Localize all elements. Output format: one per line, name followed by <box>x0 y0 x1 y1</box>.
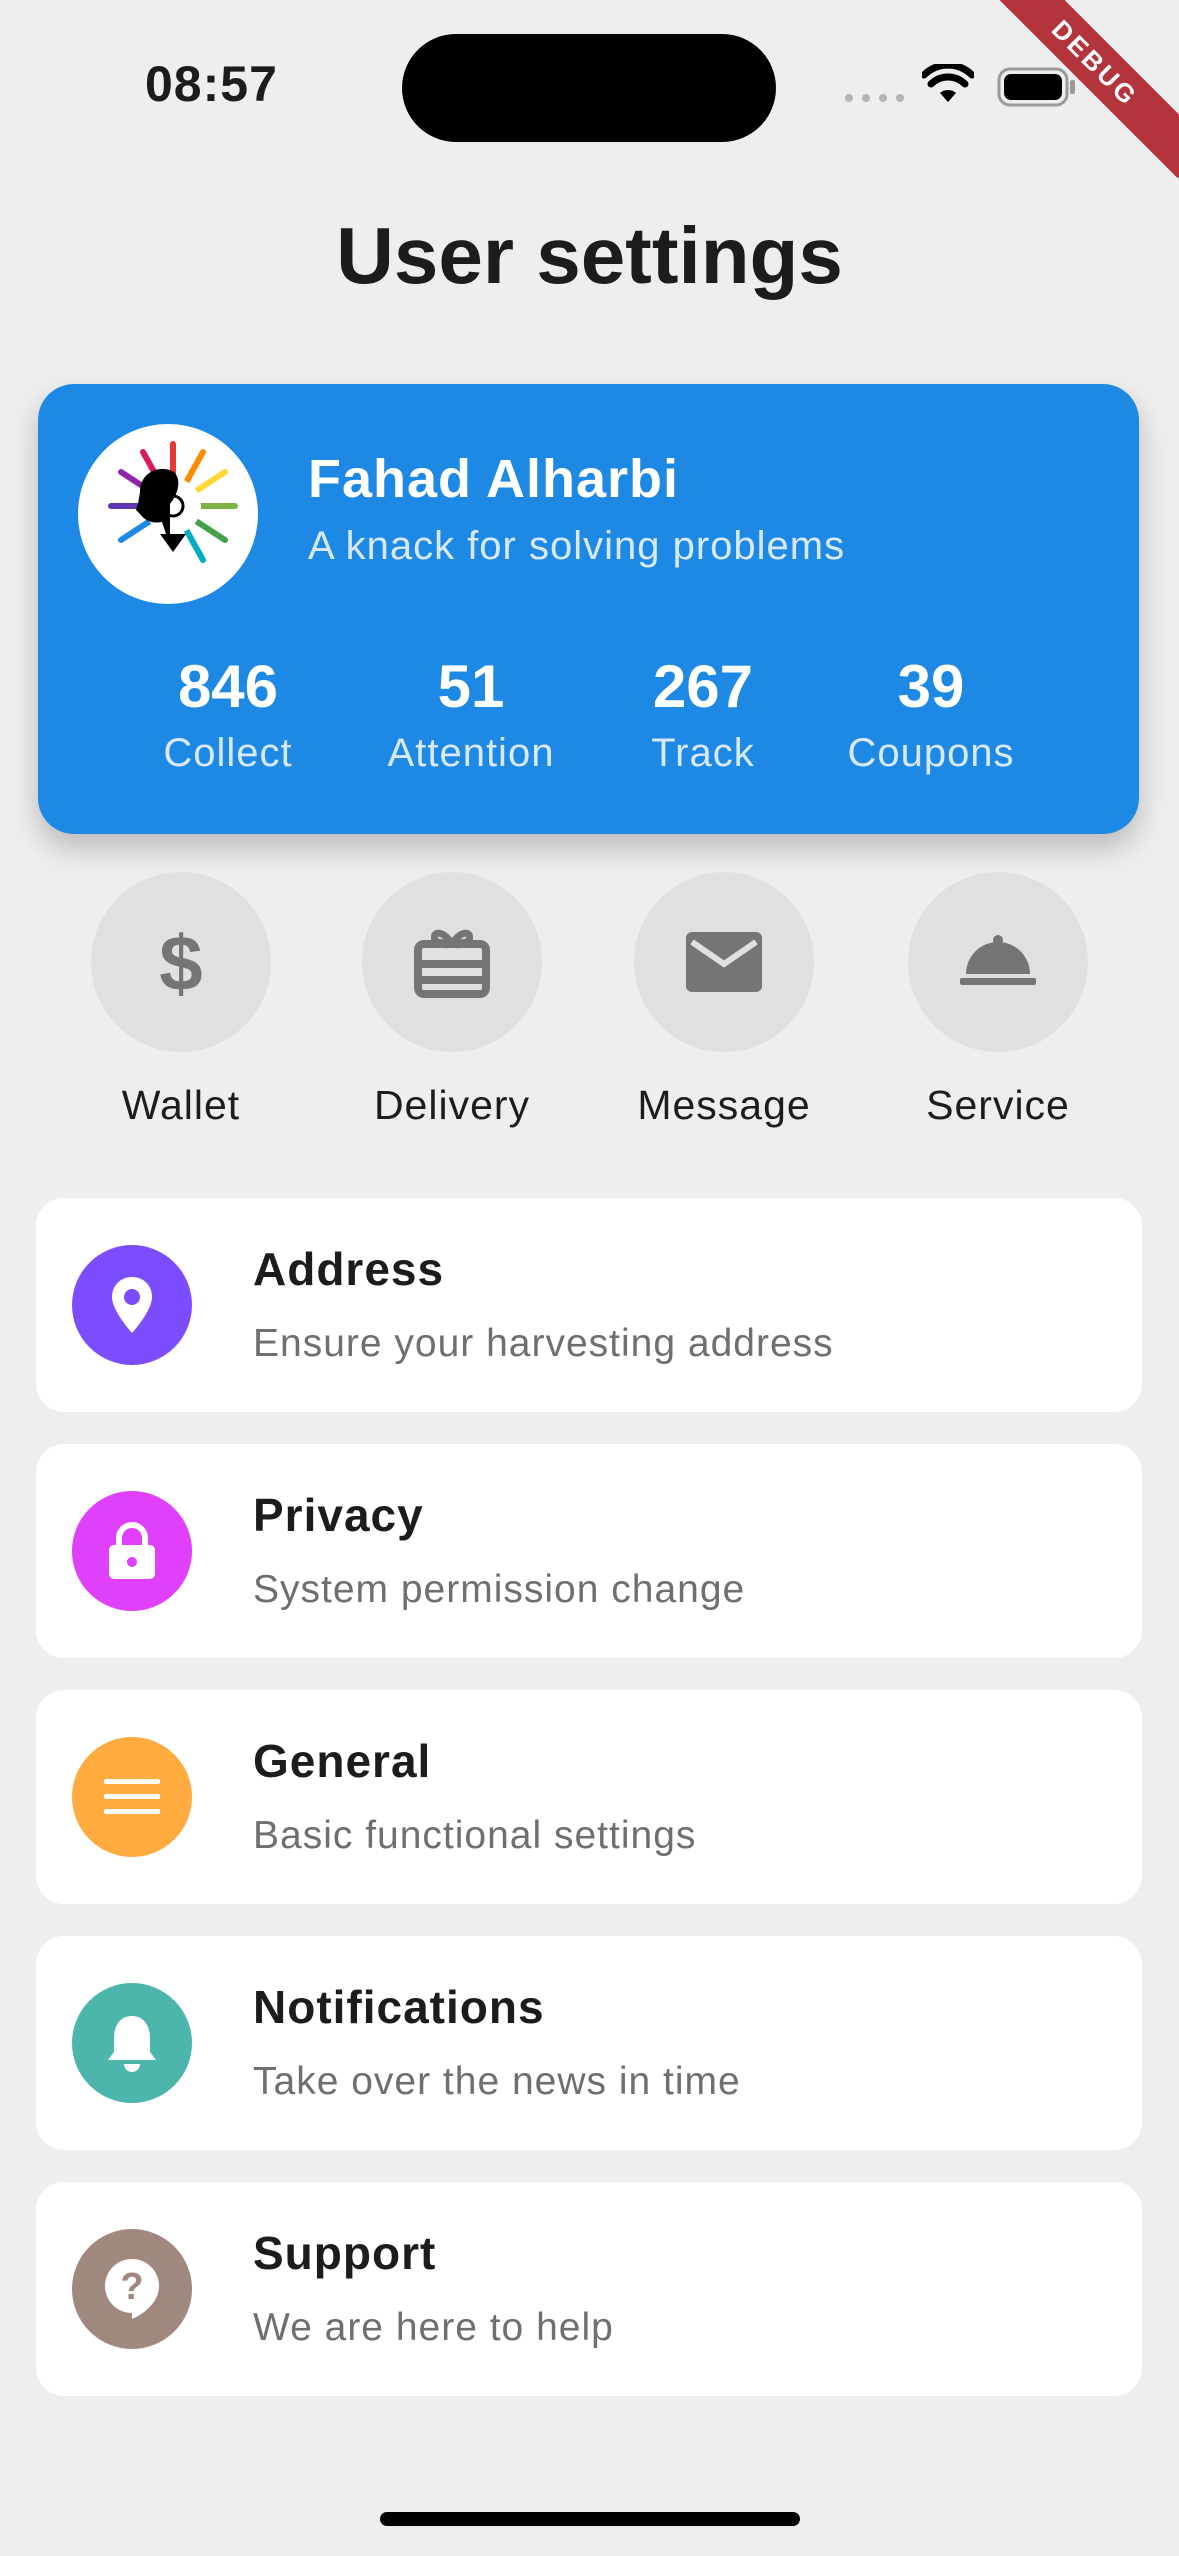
status-time: 08:57 <box>145 56 278 112</box>
avatar[interactable] <box>78 424 258 604</box>
page-title: User settings <box>336 211 843 300</box>
support-icon-circle: ? <box>72 2229 192 2349</box>
dynamic-island <box>402 34 776 142</box>
settings-item-notifications[interactable]: Notifications Take over the news in time <box>36 1936 1142 2150</box>
quick-action-wallet[interactable]: $ Wallet <box>61 872 301 1129</box>
settings-item-address[interactable]: Address Ensure your harvesting address <box>36 1198 1142 1412</box>
stat-value: 39 <box>897 653 965 720</box>
list-item-subtitle: Ensure your harvesting address <box>253 1322 834 1365</box>
quick-action-label: Wallet <box>121 1082 241 1128</box>
list-item-title: Support <box>253 2227 437 2279</box>
stat-label: Coupons <box>847 731 1015 775</box>
general-icon-circle <box>72 1737 192 1857</box>
list-item-title: Privacy <box>253 1489 424 1541</box>
list-item-subtitle: We are here to help <box>253 2306 614 2349</box>
help-icon: ? <box>105 2259 159 2319</box>
wallet-button[interactable]: $ <box>91 872 271 1052</box>
quick-action-message[interactable]: Message <box>604 872 844 1129</box>
list-item-title: Address <box>253 1243 445 1295</box>
mail-icon <box>686 932 762 992</box>
stat-label: Attention <box>387 731 555 775</box>
stat-label: Collect <box>163 731 293 775</box>
stat-coupons[interactable]: 39 Coupons <box>821 652 1041 776</box>
signal-icon <box>845 94 904 102</box>
lock-icon <box>109 1522 155 1579</box>
profile-card[interactable]: Fahad Alharbi A knack for solving proble… <box>38 384 1139 834</box>
svg-text:?: ? <box>120 2266 143 2308</box>
delivery-button[interactable] <box>362 872 542 1052</box>
room-service-icon <box>960 935 1036 985</box>
address-icon-circle <box>72 1245 192 1365</box>
home-indicator[interactable] <box>380 2512 800 2526</box>
privacy-icon-circle <box>72 1491 192 1611</box>
list-item-subtitle: System permission change <box>253 1568 746 1611</box>
svg-text:$: $ <box>159 922 202 1002</box>
menu-icon <box>104 1779 160 1814</box>
settings-item-support[interactable]: ? Support We are here to help <box>36 2182 1142 2396</box>
stat-value: 51 <box>437 653 505 720</box>
stat-value: 267 <box>652 653 754 720</box>
quick-action-label: Message <box>637 1082 811 1128</box>
location-pin-icon <box>112 1277 152 1333</box>
list-item-title: Notifications <box>253 1981 545 2033</box>
quick-action-service[interactable]: Service <box>878 872 1118 1129</box>
stat-label: Track <box>651 731 755 775</box>
stat-attention[interactable]: 51 Attention <box>361 652 581 776</box>
stat-value: 846 <box>177 653 279 720</box>
quick-action-label: Service <box>926 1082 1070 1128</box>
settings-item-privacy[interactable]: Privacy System permission change <box>36 1444 1142 1658</box>
stat-collect[interactable]: 846 Collect <box>118 652 338 776</box>
message-button[interactable] <box>634 872 814 1052</box>
list-item-title: General <box>253 1735 432 1787</box>
wifi-icon <box>922 64 974 102</box>
service-button[interactable] <box>908 872 1088 1052</box>
quick-action-label: Delivery <box>373 1082 531 1128</box>
bell-icon <box>108 2016 156 2072</box>
list-item-subtitle: Take over the news in time <box>253 2060 741 2103</box>
stat-track[interactable]: 267 Track <box>593 652 813 776</box>
gift-card-icon <box>414 929 490 998</box>
dollar-icon: $ <box>159 922 202 1002</box>
list-item-subtitle: Basic functional settings <box>253 1814 697 1857</box>
profile-name: Fahad Alharbi <box>308 449 680 509</box>
profile-bio: A knack for solving problems <box>308 524 846 568</box>
quick-action-delivery[interactable]: Delivery <box>332 872 572 1129</box>
settings-item-general[interactable]: General Basic functional settings <box>36 1690 1142 1904</box>
battery-icon <box>997 67 1075 107</box>
notifications-icon-circle <box>72 1983 192 2103</box>
